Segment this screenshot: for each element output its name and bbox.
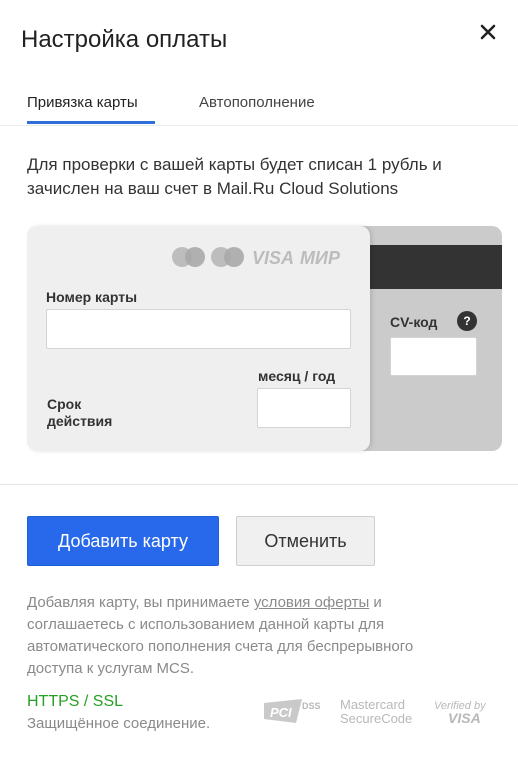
https-ssl-label: HTTPS / SSL [27, 693, 124, 710]
svg-text:DSS: DSS [302, 701, 321, 711]
expiry-format-label: месяц / год [258, 368, 336, 384]
card-check-description: Для проверки с вашей карты будет списан … [27, 155, 442, 198]
legal-prefix: Добавляя карту, вы принимаете [27, 594, 254, 611]
legal-notice: Добавляя карту, вы принимаете условия оф… [27, 592, 467, 680]
tab-auto-topup[interactable]: Автопополнение [199, 94, 315, 111]
dialog-title: Настройка оплаты [21, 26, 228, 53]
add-card-button[interactable]: Добавить карту [27, 516, 219, 566]
tab-card-binding[interactable]: Привязка карты [27, 94, 138, 111]
maestro-logo-icon [211, 247, 244, 267]
cvv-label: CV-код [390, 314, 438, 330]
mastercard-securecode-badge-icon: Mastercard SecureCode [340, 697, 412, 726]
card-brands-logos: VISA МИР [172, 247, 341, 268]
expiry-label: Срок действия [47, 396, 137, 430]
mastercard-logo-icon [172, 247, 205, 267]
help-icon[interactable]: ? [457, 311, 477, 331]
expiry-input[interactable] [257, 388, 351, 428]
card-number-input[interactable] [46, 309, 351, 349]
svg-text:SecureCode: SecureCode [340, 711, 412, 726]
mir-logo-text: МИР [300, 248, 341, 268]
svg-text:Mastercard: Mastercard [340, 697, 405, 712]
cancel-button[interactable]: Отменить [236, 516, 375, 566]
card-front: VISA МИР Номер карты месяц / год Срок де… [27, 226, 370, 451]
close-icon[interactable] [476, 20, 500, 44]
svg-text:VISA: VISA [448, 710, 481, 726]
tab-bar: Привязка карты Автопополнение [0, 80, 518, 126]
verified-by-visa-badge-icon: Verified by VISA [434, 700, 487, 726]
security-badges: PCI DSS Mastercard SecureCode Verified b… [264, 697, 487, 726]
active-tab-indicator [27, 121, 155, 124]
expiry-label-line2: действия [47, 413, 113, 429]
visa-logo-text: VISA [252, 248, 294, 268]
cvv-input[interactable] [390, 337, 477, 376]
card-number-label: Номер карты [46, 289, 138, 305]
offer-terms-link[interactable]: условия оферты [254, 594, 369, 611]
pci-dss-badge-icon: PCI DSS [264, 699, 321, 723]
expiry-label-line1: Срок [47, 396, 82, 412]
section-divider [0, 484, 518, 485]
svg-text:PCI: PCI [270, 705, 292, 720]
secure-connection-caption: Защищённое соединение. [27, 715, 211, 732]
